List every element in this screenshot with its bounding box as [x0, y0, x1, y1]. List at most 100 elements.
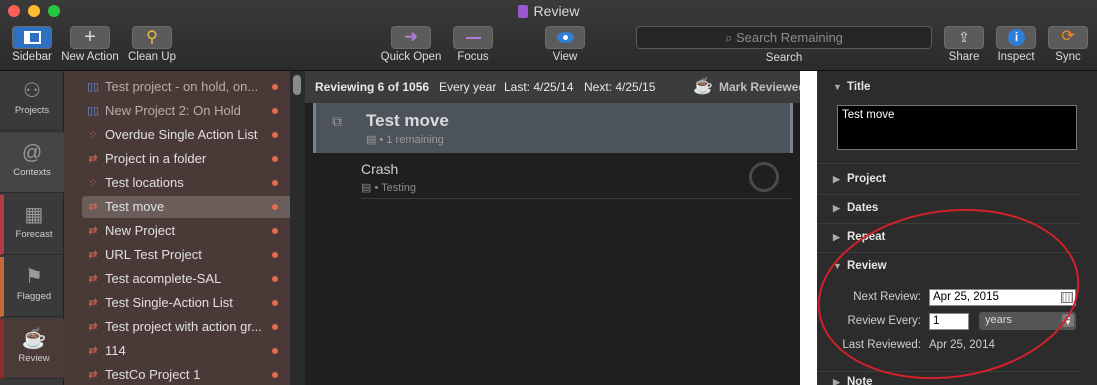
project-label: Test project with action gr... — [105, 319, 262, 334]
review-every-label: Review Every: — [847, 315, 922, 327]
project-label: New Project — [105, 223, 176, 238]
sidebar-button[interactable]: Sidebar — [8, 26, 56, 63]
sequential-icon: ⇄ — [88, 153, 98, 165]
status-dot — [272, 180, 278, 186]
nav-forecast-label: Forecast — [15, 229, 53, 240]
section-note[interactable]: ▶ Note — [833, 376, 873, 385]
section-dates-label: Dates — [847, 202, 879, 214]
section-title[interactable]: ▼ Title — [833, 81, 870, 93]
project-row[interactable]: ⁘ Test locations — [82, 172, 290, 194]
section-review[interactable]: ▼ Review — [833, 260, 887, 272]
nav-projects[interactable]: ⚇ Projects — [0, 71, 64, 131]
project-row-selected[interactable]: ⇄ Test move — [82, 196, 290, 218]
project-label: Project in a folder — [105, 151, 207, 166]
project-row[interactable]: ⇄ Test Single-Action List — [82, 292, 290, 314]
next-review-field[interactable]: Apr 25, 2015 — [929, 289, 1076, 306]
view-button[interactable]: View — [543, 26, 587, 63]
window-title: Review — [0, 3, 1097, 19]
title-field[interactable]: Test move — [837, 105, 1077, 150]
coffee-cup-icon: ☕ — [21, 328, 47, 350]
status-dot — [272, 84, 278, 90]
project-label: TestCo Project 1 — [105, 367, 201, 382]
chevron-updown-icon: ▲ ▼ — [1062, 313, 1074, 327]
status-dot — [272, 348, 278, 354]
nav-contexts[interactable]: @ Contexts — [0, 133, 64, 193]
project-label: Test Single-Action List — [105, 295, 233, 310]
new-action-label: New Action — [61, 51, 119, 63]
calendar-grid-icon: ▦ — [24, 204, 44, 226]
sequential-icon: ⇄ — [88, 321, 98, 333]
next-review-value: Apr 25, 2015 — [933, 291, 999, 303]
project-item-selected[interactable]: ⧉ Test move ▤ • 1 remaining — [313, 103, 793, 153]
inspect-button[interactable]: i Inspect — [994, 26, 1038, 63]
mark-reviewed-button[interactable]: Mark Reviewed — [719, 71, 806, 103]
list-scrollbar[interactable] — [290, 71, 305, 385]
action-item[interactable]: Crash ▤ • Testing — [361, 155, 793, 199]
quick-open-label: Quick Open — [380, 51, 442, 63]
review-unit-select[interactable]: years ▲ ▼ — [979, 312, 1076, 330]
project-row[interactable]: ⇄ TestCo Project 1 — [82, 364, 290, 385]
focus-button[interactable]: Focus — [450, 26, 496, 63]
nav-review-label: Review — [18, 353, 50, 364]
info-icon: i — [996, 26, 1036, 49]
search-input[interactable]: ⌕ Search Remaining — [636, 26, 932, 49]
section-repeat[interactable]: ▶ Repeat — [833, 231, 885, 243]
focus-icon — [453, 26, 493, 49]
project-title: Test move — [366, 111, 449, 130]
disclosure-down-icon: ▼ — [833, 261, 842, 271]
clean-up-button[interactable]: ⚲ Clean Up — [128, 26, 176, 63]
project-row[interactable]: ⇄ New Project — [82, 220, 290, 242]
project-row[interactable]: ⇄ Test acomplete-SAL — [82, 268, 290, 290]
review-every-field[interactable]: 1 — [929, 313, 969, 330]
project-label: Test acomplete-SAL — [105, 271, 222, 286]
project-label: Test project - on hold, on... — [105, 79, 259, 94]
section-project[interactable]: ▶ Project — [833, 173, 886, 185]
status-dot — [272, 204, 278, 210]
nav-forecast[interactable]: ▦ Forecast — [0, 195, 64, 255]
project-row[interactable]: ⇄ Project in a folder — [82, 148, 290, 170]
status-dot — [272, 372, 278, 378]
nav-flagged[interactable]: ⚑ Flagged — [0, 257, 64, 317]
section-note-label: Note — [847, 376, 873, 385]
action-title: Crash — [361, 161, 399, 177]
view-label: View — [552, 51, 578, 63]
projects-icon: ⚇ — [23, 80, 41, 102]
new-action-button[interactable]: + New Action — [60, 26, 120, 63]
status-dot — [272, 228, 278, 234]
project-row[interactable]: ⇄ Test project with action gr... — [82, 316, 290, 338]
sequential-icon: ⇄ — [88, 297, 98, 309]
project-label: Test locations — [105, 175, 184, 190]
nav-flagged-label: Flagged — [16, 291, 52, 302]
project-row[interactable]: ▯▯ New Project 2: On Hold — [82, 100, 290, 122]
action-subtitle: ▤ • Testing — [361, 181, 416, 194]
nav-review[interactable]: ☕ Review — [0, 319, 64, 379]
arrow-right-icon: ➜ — [391, 26, 431, 49]
nav-contexts-label: Contexts — [13, 167, 51, 178]
clean-up-label: Clean Up — [128, 51, 176, 63]
sequential-project-icon: ⧉ — [332, 113, 342, 129]
parallel-icon: ▯▯ — [86, 81, 100, 93]
sync-button[interactable]: ⟳ Sync — [1046, 26, 1090, 63]
review-repeat: Every year — [439, 80, 497, 94]
project-list: ▯▯ Test project - on hold, on... ▯▯ New Pr… — [64, 71, 290, 385]
quick-open-button[interactable]: ➜ Quick Open — [380, 26, 442, 63]
project-row[interactable]: ⁘ Overdue Single Action List — [82, 124, 290, 146]
project-row[interactable]: ⇄ URL Test Project — [82, 244, 290, 266]
status-circle[interactable] — [749, 162, 779, 192]
calendar-icon[interactable] — [1061, 292, 1073, 303]
section-repeat-label: Repeat — [847, 231, 886, 243]
perspective-bar: ⚇ Projects @ Contexts ▦ Forecast ⚑ Flagged ☕… — [0, 71, 64, 385]
project-row[interactable]: ▯▯ Test project - on hold, on... — [82, 76, 290, 98]
list-scroll-thumb[interactable] — [293, 75, 301, 95]
project-row[interactable]: ⇄ 114 — [82, 340, 290, 362]
sync-icon: ⟳ — [1048, 26, 1088, 49]
share-button[interactable]: ⇪ Share — [942, 26, 986, 63]
window-title-text: Review — [533, 3, 580, 19]
sequential-icon: ⇄ — [88, 249, 98, 261]
divider — [817, 223, 1081, 224]
disclosure-right-icon: ▶ — [833, 174, 840, 184]
section-dates[interactable]: ▶ Dates — [833, 202, 878, 214]
toolbar: Review Sidebar + New Action ⚲ Clean Up ➜… — [0, 0, 1097, 71]
divider — [817, 194, 1081, 195]
review-next: Next: 4/25/15 — [584, 80, 656, 94]
